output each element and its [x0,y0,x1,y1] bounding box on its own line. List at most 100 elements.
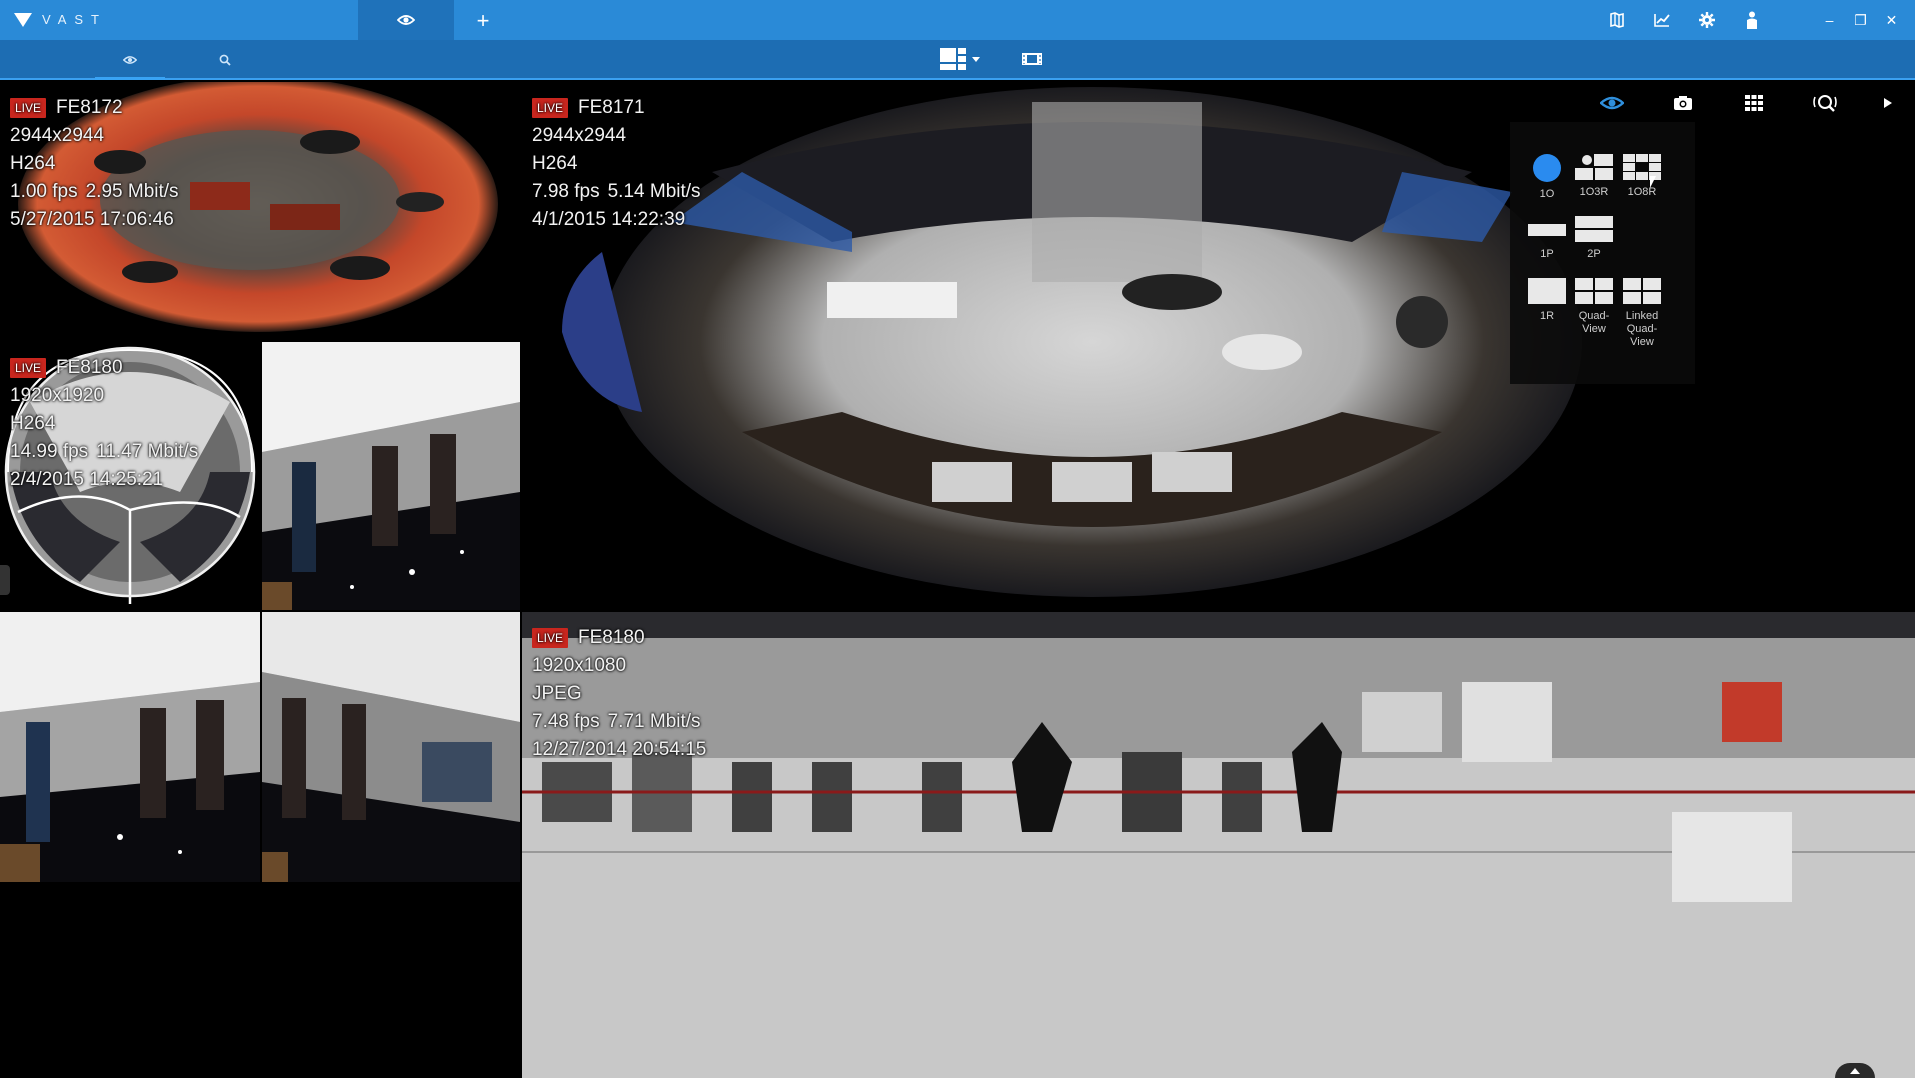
camera-codec: H264 [532,153,578,174]
video-cell-dewarped-region[interactable] [262,342,520,610]
camera-resolution: 2944x2944 [10,125,105,146]
title-bar-actions: – ❐ ✕ [1594,0,1915,40]
dewarp-option-1o[interactable]: 1O [1523,152,1571,201]
video-cell-fe8172[interactable]: LIVE FE8172 2944x2944 H264 1.00 fps 2.95 M… [0,82,520,340]
restore-button[interactable]: ❐ [1845,0,1876,40]
chart-icon [1653,14,1670,27]
camera-fps: 1.00 fps [10,181,78,202]
camera-name: FE8180 [578,627,645,648]
camera-name: FE8172 [56,97,123,118]
camera-bitrate: 2.95 Mbit/s [85,181,179,202]
dewarp-option-1r[interactable]: 1R [1523,276,1571,323]
camera-fps: 7.48 fps [532,711,600,732]
map-button[interactable] [1594,0,1639,40]
camera-info-overlay: LIVE FE8180 1920x1080 JPEG 7.48 fps 7.71 M… [532,624,706,764]
chevron-up-icon [1850,1067,1860,1074]
title-bar: VAST + – ❐ ✕ [0,0,1915,40]
dewarped-video-feed [262,342,520,610]
video-cell-dewarped-region-3[interactable] [262,612,520,882]
video-cell-fe8180-fisheye[interactable]: LIVE FE8180 1920x1920 H264 14.99 fps 11.47… [0,342,260,610]
camera-resolution: 1920x1080 [532,655,627,676]
live-badge: LIVE [10,98,47,118]
tab-search[interactable] [180,40,270,80]
live-badge: LIVE [10,358,47,378]
side-tabs [0,40,360,80]
camera-codec: H264 [10,413,56,434]
snapshot-button[interactable] [1647,82,1718,124]
camera-codec: H264 [10,153,56,174]
mouse-cursor-icon [1650,176,1656,188]
dewarp-option-label: 1R [1539,310,1555,322]
dewarp-option-1o8r[interactable]: 1O8R [1618,152,1666,199]
dewarp-option-quad-view[interactable]: Quad-View [1570,276,1618,336]
brand-name: VAST [42,12,107,27]
tab-live-view[interactable] [358,0,454,40]
camera-info-overlay: LIVE FE8172 2944x2944 H264 1.00 fps 2.95 M… [10,94,179,234]
film-strip-icon [1022,53,1042,65]
layout-1o3r-icon [1574,152,1614,182]
play-button[interactable] [1860,82,1915,124]
vast-logo: VAST [14,12,107,27]
layout-selector[interactable] [940,48,980,70]
dewarp-option-1o3r[interactable]: 1O3R [1570,152,1618,199]
collapse-panel-handle[interactable] [0,565,10,595]
camera-timestamp: 12/27/2014 20:54:15 [532,739,707,760]
ptz-search-button[interactable] [1789,82,1860,124]
dewarp-option-label: 1O3R [1579,186,1609,198]
dewarp-option-linked-quad-view[interactable]: Linked Quad-View [1618,276,1666,349]
camera-name: FE8180 [56,357,123,378]
camera-fps: 14.99 fps [10,441,89,462]
gear-icon [1698,12,1715,28]
layout-linked-quad-icon [1622,276,1662,306]
camera-fps: 7.98 fps [532,181,600,202]
circle-selected-icon [1527,154,1567,184]
vast-app: VAST + – ❐ ✕ LIVE FE8172 2944x2944 H264 … [0,0,1915,1078]
camera-info-overlay: LIVE FE8171 2944x2944 H264 7.98 fps 5.14 M… [532,94,701,234]
camera-resolution: 1920x1920 [10,385,105,406]
layout-1o8r-icon [1622,152,1662,182]
camera-timestamp: 2/4/2015 14:25:21 [10,469,164,490]
expand-timeline-button[interactable] [1835,1063,1875,1078]
minimize-button[interactable]: – [1814,0,1845,40]
dewarp-option-label: 1O [1539,188,1555,200]
camera-name: FE8171 [578,97,645,118]
fisheye-dewarp-button[interactable] [1576,82,1647,124]
layout-quad-icon [1574,276,1614,306]
camera-icon [1673,96,1692,110]
dewarped-video-feed [0,612,260,882]
dewarp-option-2p[interactable]: 2P [1570,214,1618,261]
video-feed [522,612,1915,1078]
chevron-down-icon [972,56,980,62]
settings-button[interactable] [1684,0,1729,40]
grid-button[interactable] [1718,82,1789,124]
tab-live-cameras[interactable] [85,40,175,80]
search-icon [219,54,231,66]
grid-icon [1744,95,1763,111]
film-strip-button[interactable] [1020,50,1044,70]
dewarped-video-feed [262,612,520,882]
video-cell-dewarped-region-2[interactable] [0,612,260,882]
view-toolbar [0,40,1915,80]
video-cell-fe8171-main[interactable]: LIVE FE8171 2944x2944 H264 7.98 fps 5.14 M… [522,82,1915,610]
dewarp-option-label: Linked Quad-View [1625,310,1659,348]
dewarp-mode-menu: 1O 1O3R 1O8R 1P 2P 1R Quad-View Linked Q… [1510,122,1695,384]
camera-bitrate: 7.71 Mbit/s [607,711,701,732]
video-cell-fe8180-station[interactable]: LIVE FE8180 1920x1080 JPEG 7.48 fps 7.71 M… [522,612,1915,1078]
dewarp-option-1p[interactable]: 1P [1523,214,1571,261]
vivotek-logo-icon [14,12,32,27]
play-icon [1883,98,1892,108]
camera-timestamp: 5/27/2015 17:06:46 [10,209,174,230]
eye-icon [123,56,137,64]
live-badge: LIVE [532,98,569,118]
camera-bitrate: 11.47 Mbit/s [96,441,199,462]
dewarp-option-label: Quad-View [1578,310,1610,335]
user-button[interactable] [1729,0,1774,40]
user-icon [1746,11,1757,29]
chart-button[interactable] [1639,0,1684,40]
dewarp-option-label: 2P [1587,248,1601,260]
add-tab-button[interactable]: + [468,6,498,36]
close-button[interactable]: ✕ [1876,0,1907,40]
cell-toolbar [1576,82,1915,124]
camera-info-overlay: LIVE FE8180 1920x1920 H264 14.99 fps 11.47… [10,354,198,494]
live-badge: LIVE [532,628,569,648]
